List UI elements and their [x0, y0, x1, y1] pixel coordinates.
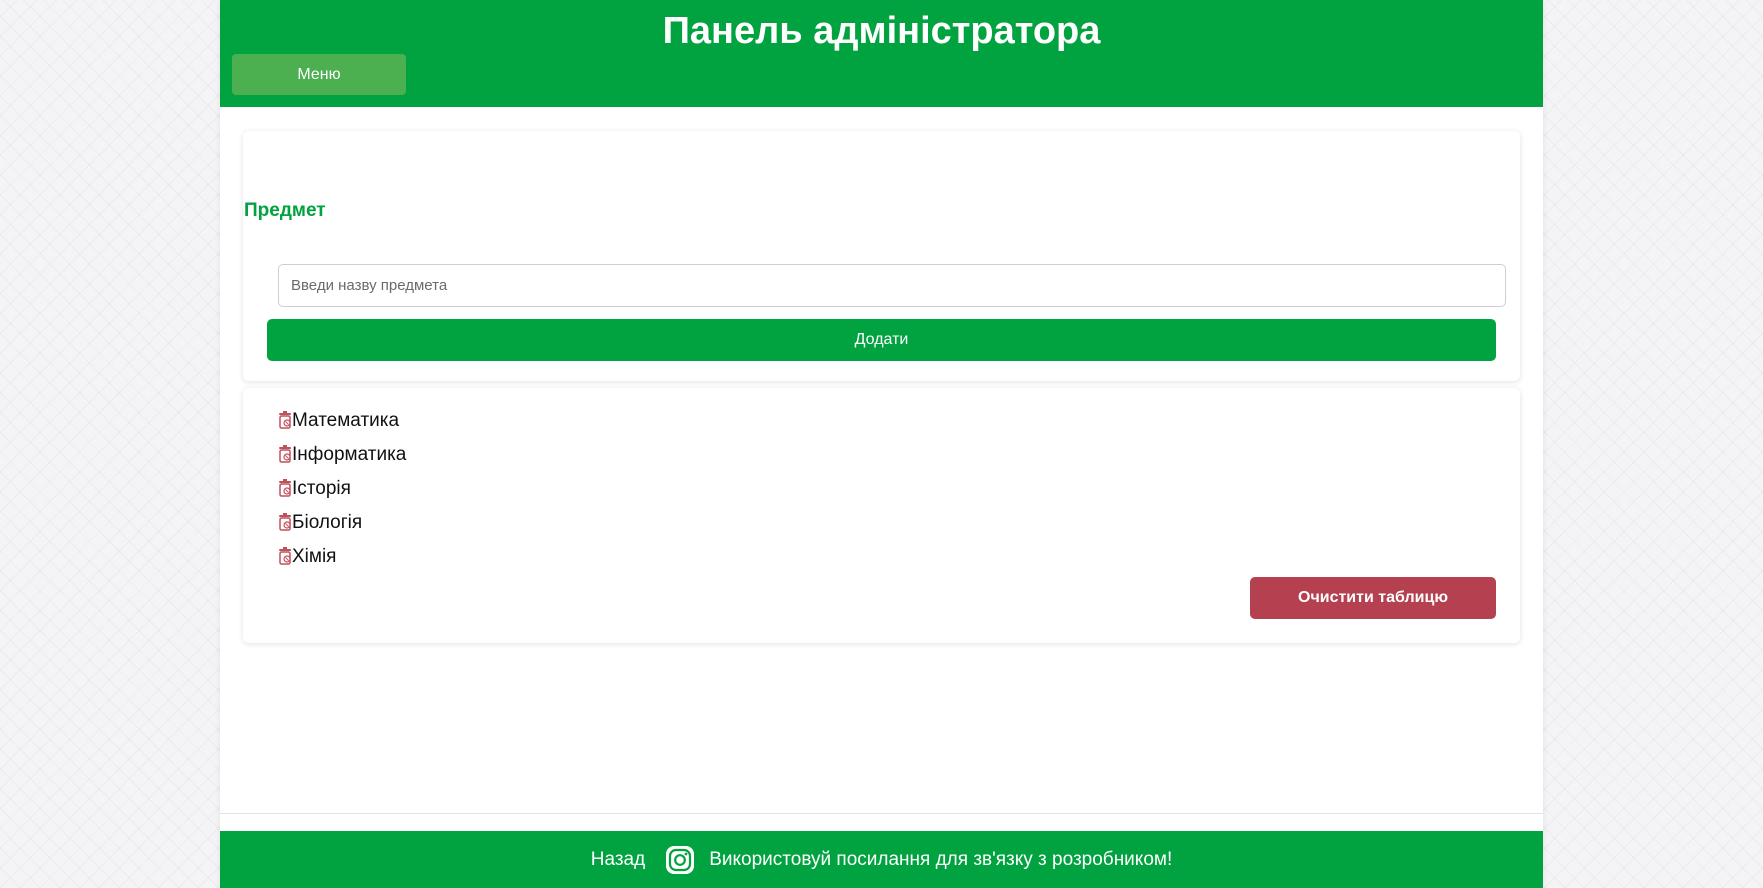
list-item: Історія — [278, 477, 406, 511]
list-item: Інформатика — [278, 443, 406, 477]
subject-label: Хімія — [292, 546, 337, 567]
list-item: Біологія — [278, 511, 406, 545]
trash-icon[interactable] — [278, 479, 292, 497]
divider — [220, 813, 1543, 814]
trash-icon[interactable] — [278, 547, 292, 565]
page-title: Панель адміністратора — [662, 10, 1101, 52]
subject-label: Історія — [292, 478, 351, 499]
list-item: Хімія — [278, 545, 406, 579]
add-button[interactable]: Додати — [267, 319, 1496, 361]
subject-label: Математика — [292, 410, 400, 431]
trash-icon[interactable] — [278, 445, 292, 463]
clear-table-button[interactable]: Очистити таблицю — [1250, 577, 1496, 619]
subject-label: Біологія — [292, 512, 363, 533]
footer: Назад Використовуй посилання для зв'язку… — [220, 831, 1543, 888]
section-title: Предмет — [244, 200, 326, 221]
instagram-icon[interactable] — [665, 845, 695, 875]
menu-button[interactable]: Меню — [232, 54, 406, 95]
header: Панель адміністратора Меню — [220, 0, 1543, 107]
trash-icon[interactable] — [278, 411, 292, 429]
back-link[interactable]: Назад — [591, 849, 645, 871]
trash-icon[interactable] — [278, 513, 292, 531]
contact-text: Використовуй посилання для зв'язку з роз… — [709, 848, 1173, 870]
list-item: Математика — [278, 409, 406, 443]
subject-list: Математика Інформатика Історія Біологія … — [278, 409, 406, 579]
subject-label: Інформатика — [292, 444, 407, 465]
subject-input[interactable] — [278, 264, 1506, 307]
admin-page: Панель адміністратора Меню Предмет Додат… — [220, 0, 1543, 888]
